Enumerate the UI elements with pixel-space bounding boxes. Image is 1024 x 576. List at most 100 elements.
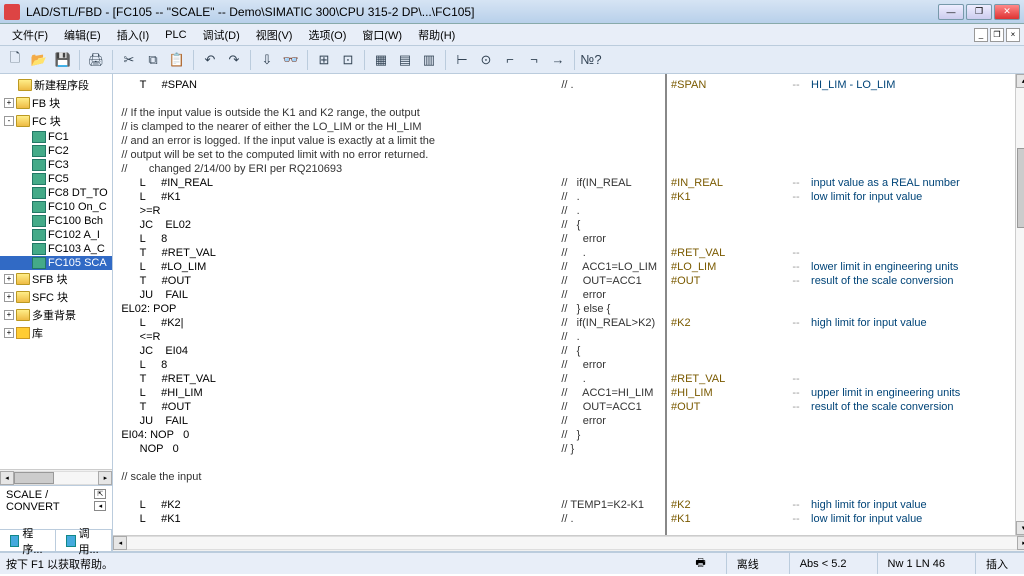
minimize-button[interactable]: — — [938, 4, 964, 20]
print-button[interactable]: 🖨 — [85, 49, 107, 71]
block-icon — [32, 187, 46, 199]
folder-icon — [18, 79, 32, 91]
tree-item[interactable]: +FB 块 — [0, 94, 112, 112]
network-button[interactable]: ⊞ — [313, 49, 335, 71]
scroll-right-button[interactable]: ▸ — [98, 471, 112, 485]
editor-vscrollbar[interactable]: ▴ ▾ — [1015, 74, 1024, 535]
folder-icon — [16, 327, 30, 339]
maximize-button[interactable]: ❐ — [966, 4, 992, 20]
mdi-close-button[interactable]: × — [1006, 28, 1020, 42]
branch-close-button[interactable]: ¬ — [523, 49, 545, 71]
tree-hscrollbar[interactable]: ◂ ▸ — [0, 469, 112, 485]
tree-item[interactable]: FC8 DT_TO — [0, 186, 112, 200]
branch-open-button[interactable]: ⌐ — [499, 49, 521, 71]
tree-item[interactable]: FC5 — [0, 172, 112, 186]
folder-icon — [16, 97, 30, 109]
status-position: Nw 1 LN 46 — [877, 553, 955, 574]
tree-item[interactable]: 新建程序段 — [0, 76, 112, 94]
editor-hscrollbar[interactable]: ◂ ▸ — [113, 535, 1024, 551]
contact-button[interactable]: ⊢ — [451, 49, 473, 71]
scroll-left-button[interactable]: ◂ — [0, 471, 14, 485]
menu-插入(I)[interactable]: 插入(I) — [109, 25, 157, 45]
info-text: SCALE / CONVERT — [6, 489, 94, 526]
undo-button[interactable]: ↶ — [199, 49, 221, 71]
scroll-down-button[interactable]: ▾ — [1016, 521, 1024, 535]
tree-label: FC102 A_I — [48, 229, 100, 241]
block-icon — [32, 257, 46, 269]
status-hint: 按下 F1 以获取帮助。 — [6, 556, 113, 572]
vscroll-thumb[interactable] — [1017, 148, 1024, 228]
close-button[interactable]: ✕ — [994, 4, 1020, 20]
tree-toggle[interactable]: + — [4, 98, 14, 108]
tree-item[interactable]: +SFC 块 — [0, 288, 112, 306]
menu-文件(F)[interactable]: 文件(F) — [4, 25, 56, 45]
block-icon — [32, 201, 46, 213]
menu-调试(D)[interactable]: 调试(D) — [195, 25, 248, 45]
tree-item[interactable]: FC10 On_C — [0, 200, 112, 214]
copy-button[interactable]: ⧉ — [142, 49, 164, 71]
tree-label: FC3 — [48, 159, 69, 171]
tree-item[interactable]: FC3 — [0, 158, 112, 172]
block-icon — [32, 243, 46, 255]
tree-item[interactable]: FC2 — [0, 144, 112, 158]
view-lad-button[interactable]: ▦ — [370, 49, 392, 71]
info-collapse-button[interactable]: ◂ — [94, 501, 106, 511]
tree-item[interactable]: +SFB 块 — [0, 270, 112, 288]
tree-label: FC8 DT_TO — [48, 187, 108, 199]
tree-item[interactable]: FC105 SCA — [0, 256, 112, 270]
tree-toggle[interactable]: + — [4, 310, 14, 320]
menu-PLC[interactable]: PLC — [157, 27, 194, 43]
tree-label: FC 块 — [32, 113, 61, 129]
block-icon — [32, 173, 46, 185]
download-button[interactable]: ⇩ — [256, 49, 278, 71]
paste-button[interactable]: 📋 — [166, 49, 188, 71]
view-fbd-button[interactable]: ▥ — [418, 49, 440, 71]
menu-窗口(W)[interactable]: 窗口(W) — [354, 25, 410, 45]
scroll-left-button[interactable]: ◂ — [113, 536, 127, 550]
redo-button[interactable]: ↷ — [223, 49, 245, 71]
tree-toggle[interactable]: + — [4, 328, 14, 338]
tree-item[interactable]: +库 — [0, 324, 112, 342]
info-expand-button[interactable]: ⇱ — [94, 489, 106, 499]
scroll-up-button[interactable]: ▴ — [1016, 74, 1024, 88]
status-mode: 插入 — [975, 553, 1018, 574]
scroll-thumb[interactable] — [14, 472, 54, 484]
symbol-button[interactable]: ⊡ — [337, 49, 359, 71]
monitor-button[interactable]: 👓 — [280, 49, 302, 71]
block-icon — [32, 145, 46, 157]
mdi-minimize-button[interactable]: _ — [974, 28, 988, 42]
cut-button[interactable]: ✂ — [118, 49, 140, 71]
menu-选项(O)[interactable]: 选项(O) — [300, 25, 354, 45]
coil-button[interactable]: ⊙ — [475, 49, 497, 71]
status-bar: 按下 F1 以获取帮助。 🖶 离线 Abs < 5.2 Nw 1 LN 46 插… — [0, 552, 1024, 574]
toolbar: 🗋 📂 💾 🖨 ✂ ⧉ 📋 ↶ ↷ ⇩ 👓 ⊞ ⊡ ▦ ▤ ▥ ⊢ ⊙ ⌐ ¬ … — [0, 46, 1024, 74]
tree-label: FC103 A_C — [48, 243, 105, 255]
new-button[interactable]: 🗋 — [4, 49, 26, 71]
tree-toggle[interactable]: + — [4, 292, 14, 302]
tree-toggle[interactable]: + — [4, 274, 14, 284]
tree-item[interactable]: FC103 A_C — [0, 242, 112, 256]
tab-program[interactable]: 程序... — [0, 530, 56, 551]
tree-item[interactable]: FC102 A_I — [0, 228, 112, 242]
tab-call[interactable]: 调用... — [56, 530, 112, 551]
open-button[interactable]: 📂 — [28, 49, 50, 71]
tree-label: FC1 — [48, 131, 69, 143]
tree-item[interactable]: +多重背景 — [0, 306, 112, 324]
tree-item[interactable]: - FC 块 — [0, 112, 112, 130]
view-stl-button[interactable]: ▤ — [394, 49, 416, 71]
menu-编辑(E)[interactable]: 编辑(E) — [56, 25, 109, 45]
block-tree[interactable]: 新建程序段+FB 块-FC 块FC1FC2FC3FC5FC8 DT_TOFC10… — [0, 74, 112, 469]
save-button[interactable]: 💾 — [52, 49, 74, 71]
menu-视图(V)[interactable]: 视图(V) — [248, 25, 301, 45]
mdi-restore-button[interactable]: ❐ — [990, 28, 1004, 42]
menu-帮助(H)[interactable]: 帮助(H) — [410, 25, 463, 45]
folder-icon — [16, 115, 30, 127]
tree-item[interactable]: FC1 — [0, 130, 112, 144]
book-icon — [66, 535, 75, 547]
tree-item[interactable]: FC100 Bch — [0, 214, 112, 228]
code-editor[interactable]: T #SPAN // . // If the input value is ou… — [113, 74, 665, 535]
connector-button[interactable]: → — [547, 49, 569, 71]
tree-toggle[interactable]: - — [4, 116, 14, 126]
help-button[interactable]: №? — [580, 49, 602, 71]
scroll-right-button[interactable]: ▸ — [1017, 536, 1024, 550]
